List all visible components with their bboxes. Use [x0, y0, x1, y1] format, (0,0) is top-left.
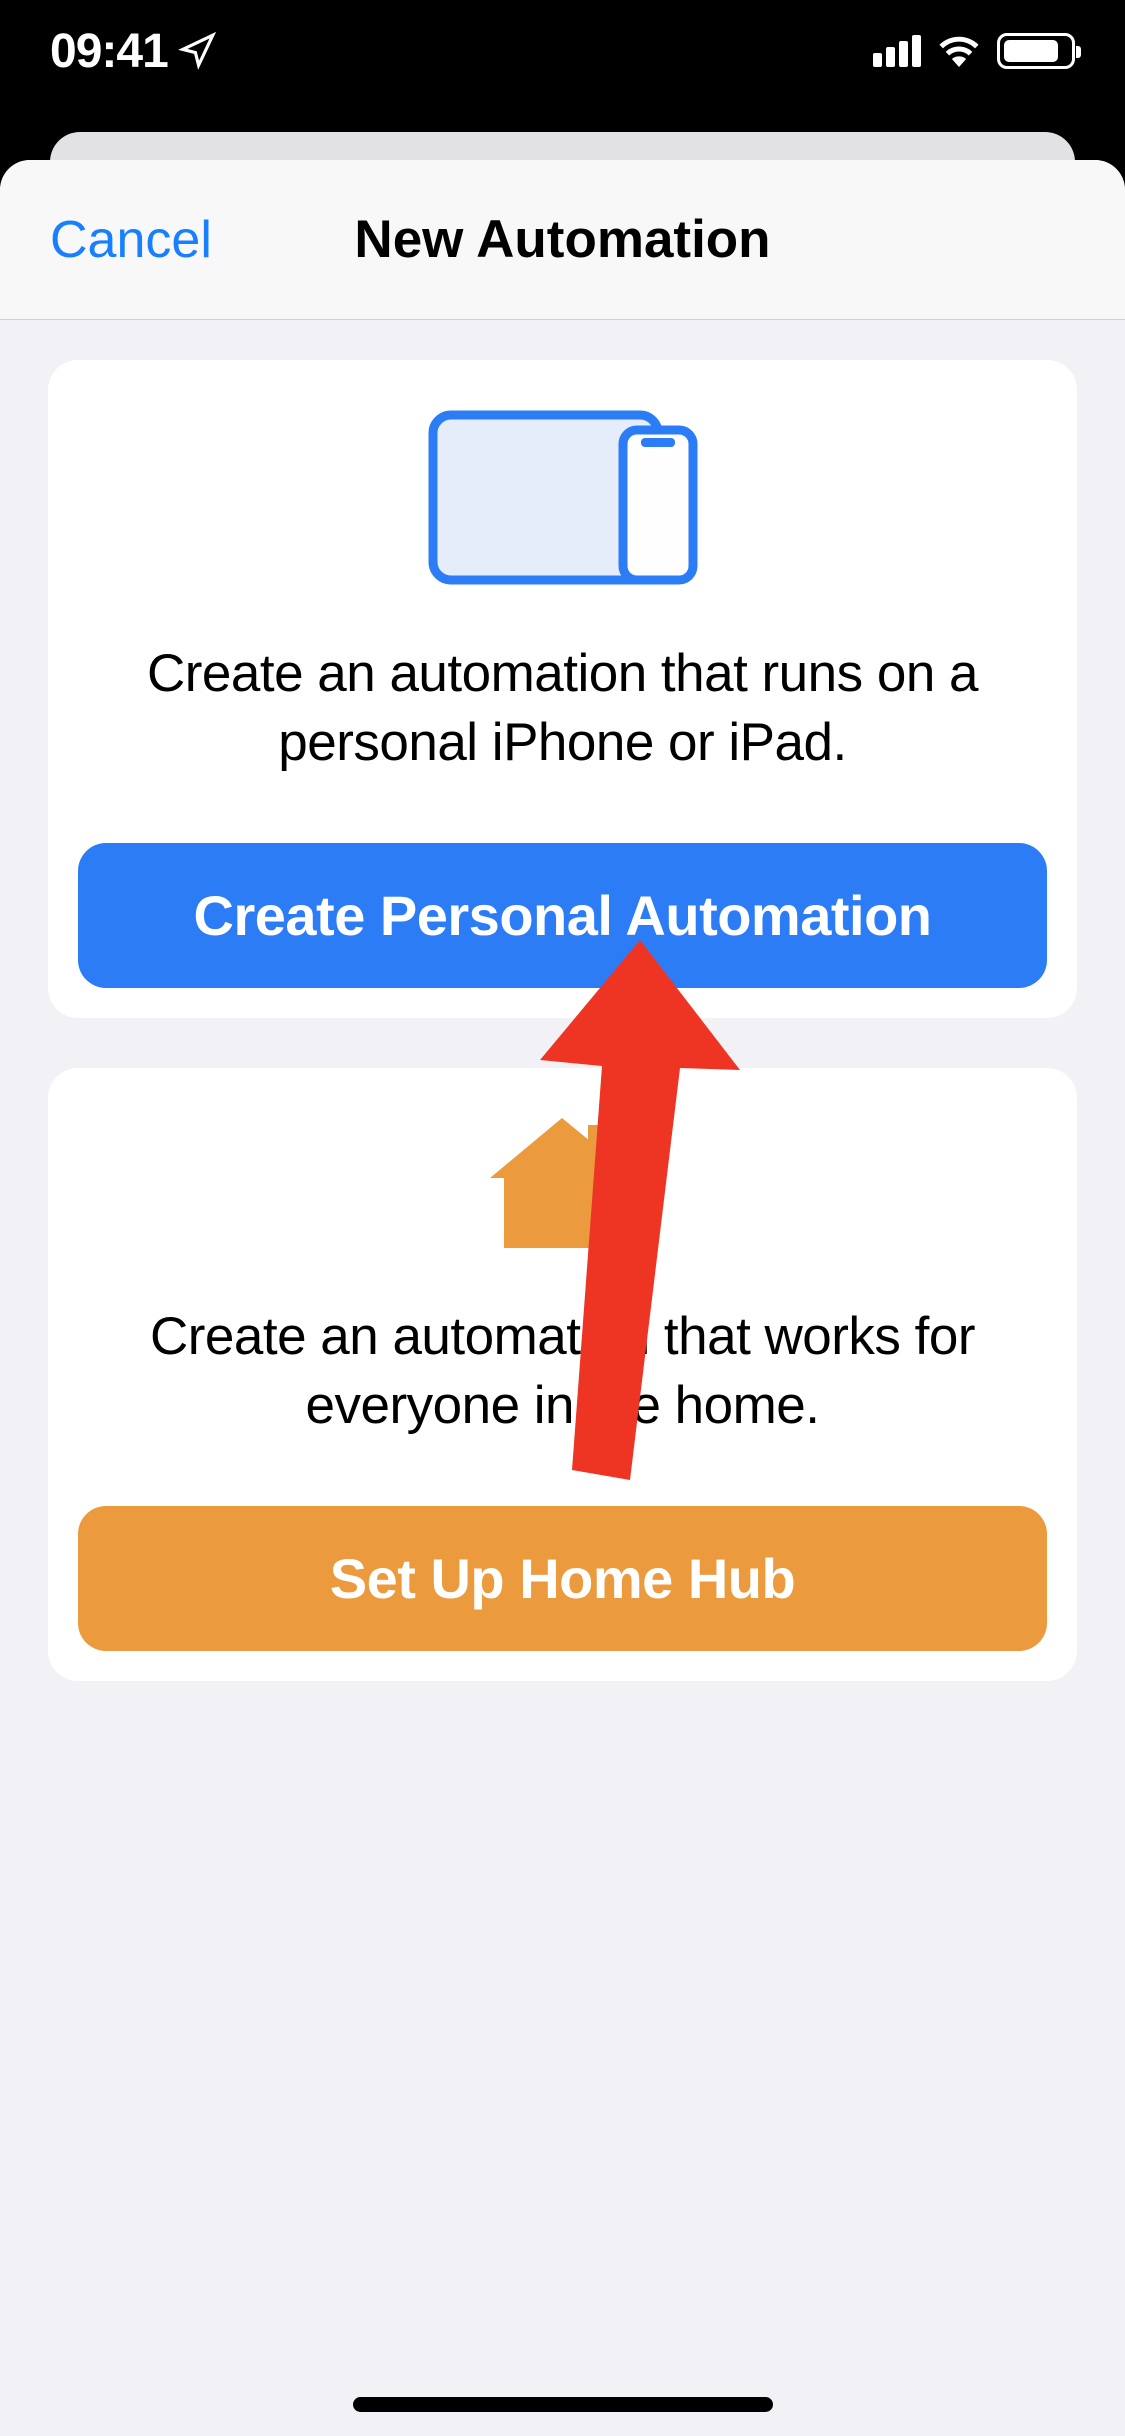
home-indicator[interactable]: [353, 2397, 773, 2412]
personal-description: Create an automation that runs on a pers…: [78, 640, 1047, 778]
status-time: 09:41: [50, 24, 168, 79]
wifi-icon: [937, 35, 981, 67]
status-indicators: [873, 33, 1075, 69]
content-area: Create an automation that runs on a pers…: [0, 320, 1125, 1771]
navigation-header: Cancel New Automation: [0, 160, 1125, 320]
status-time-area: 09:41: [50, 24, 216, 79]
home-automation-card: Create an automation that works for ever…: [48, 1068, 1077, 1681]
cellular-signal-icon: [873, 35, 921, 67]
set-up-home-hub-button[interactable]: Set Up Home Hub: [78, 1506, 1047, 1651]
modal-sheet: Cancel New Automation Create an automati…: [0, 160, 1125, 2436]
create-personal-automation-button[interactable]: Create Personal Automation: [78, 843, 1047, 988]
home-description: Create an automation that works for ever…: [78, 1303, 1047, 1441]
home-icon: [78, 1118, 1047, 1248]
status-bar: 09:41: [0, 0, 1125, 132]
devices-icon: [78, 410, 1047, 585]
personal-automation-card: Create an automation that runs on a pers…: [48, 360, 1077, 1018]
battery-icon: [997, 33, 1075, 69]
location-icon: [178, 32, 216, 70]
cancel-button[interactable]: Cancel: [50, 210, 212, 270]
